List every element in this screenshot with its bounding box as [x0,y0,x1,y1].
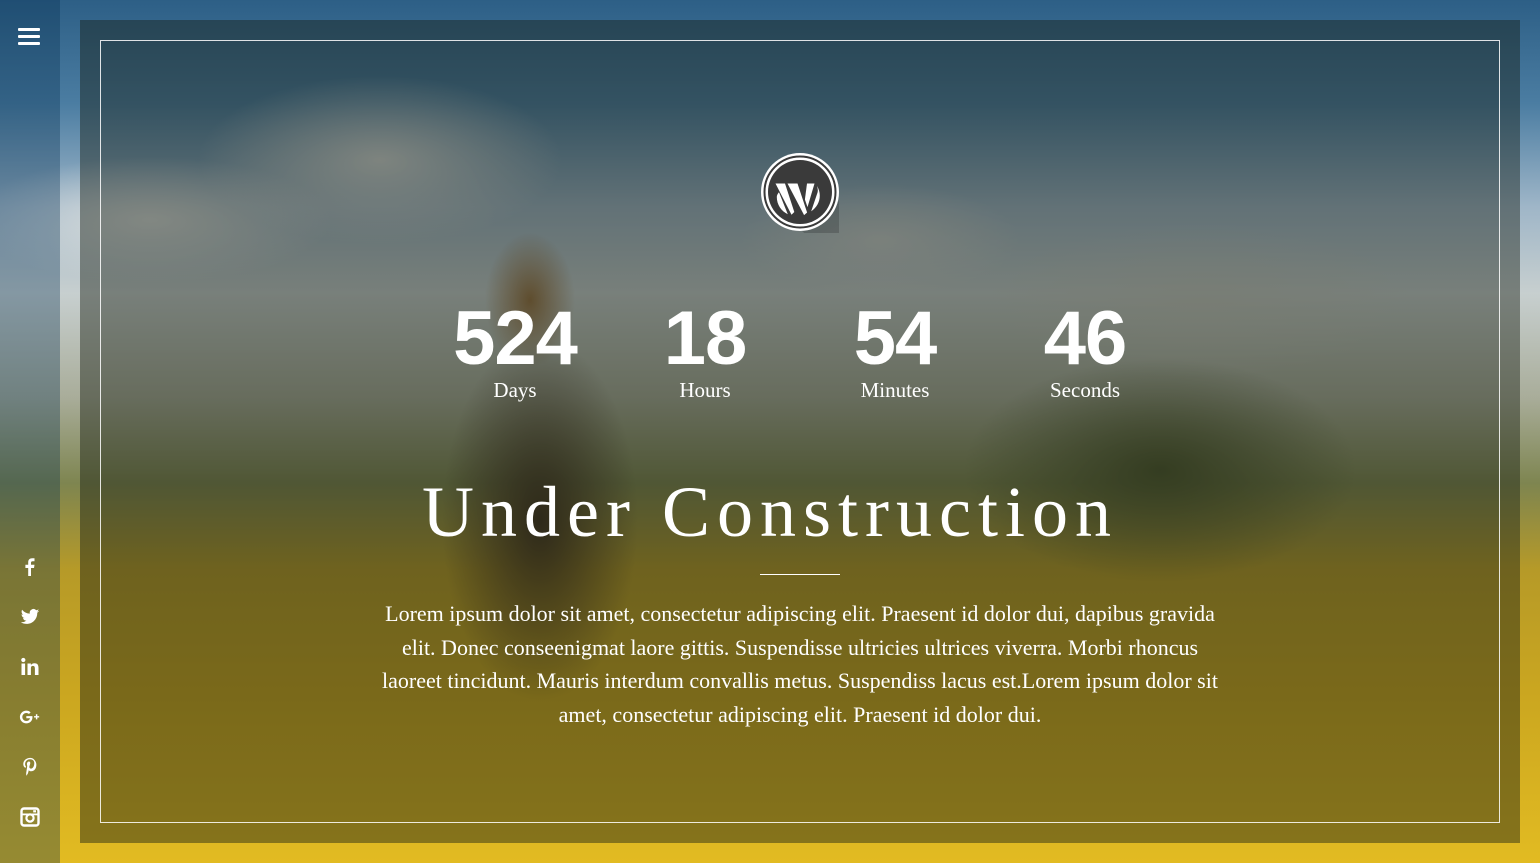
title-divider [760,574,840,575]
minutes-label: Minutes [860,378,930,402]
instagram-icon[interactable] [0,802,60,852]
seconds-value: 46 [1043,296,1128,381]
countdown-days: 524 Days [425,296,605,403]
hours-label: Hours [679,378,731,402]
left-sidebar [0,0,60,863]
countdown-timer: 524 Days 18 Hours 54 Minutes 46 Seconds [0,300,1540,410]
seconds-label: Seconds [1050,378,1120,402]
facebook-icon[interactable] [0,552,60,602]
page-description: Lorem ipsum dolor sit amet, consectetur … [382,601,1218,727]
countdown-hours: 18 Hours [615,296,795,403]
twitter-icon[interactable] [0,602,60,652]
minutes-value: 54 [853,296,938,381]
hamburger-menu-icon[interactable] [18,26,42,46]
days-value: 524 [453,296,578,381]
wordpress-logo-icon [759,151,841,251]
page-title: Under Construction [422,472,1118,552]
countdown-seconds: 46 Seconds [995,296,1175,403]
countdown-minutes: 54 Minutes [805,296,985,403]
social-links [0,552,60,852]
linkedin-icon[interactable] [0,652,60,702]
google-plus-icon[interactable] [0,702,60,752]
pinterest-icon[interactable] [0,752,60,802]
hours-value: 18 [663,296,748,381]
days-label: Days [493,378,537,402]
